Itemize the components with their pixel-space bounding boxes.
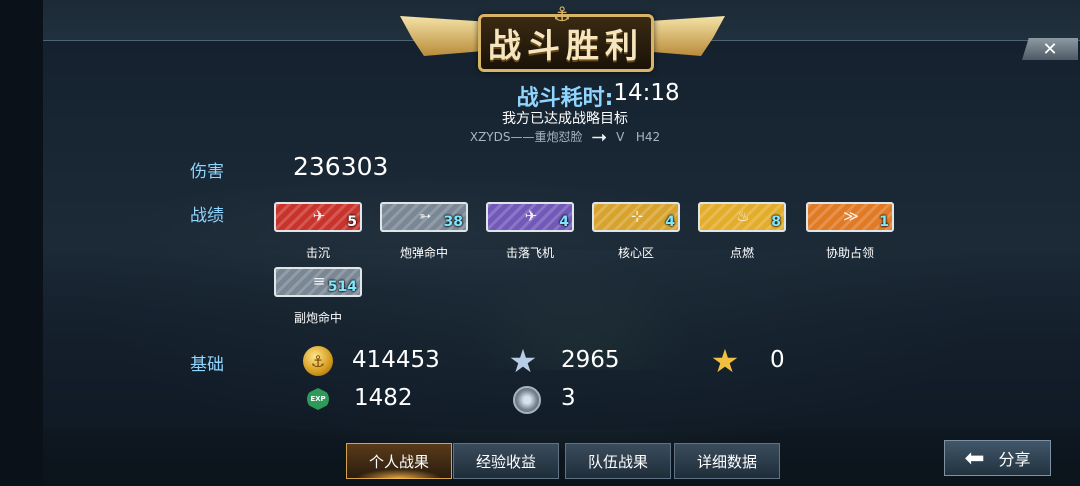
badge-count: 38 (443, 214, 463, 230)
badge-core-zone[interactable]: ⊹ 4 (592, 202, 680, 232)
badge-count: 1 (879, 214, 889, 230)
shoot-down-plane-icon: ✈ (524, 207, 538, 225)
badge-count: 8 (771, 214, 781, 230)
share-button[interactable]: ⬅ 分享 (944, 440, 1051, 476)
sink-ship-icon: ✈ (312, 207, 326, 225)
duration-value: 14:18 (613, 80, 680, 106)
core-zone-icon: ⊹ (630, 207, 644, 225)
ignite-icon: ♨ (736, 207, 750, 225)
player-right: H42 (635, 130, 661, 144)
badge-count: 5 (347, 214, 357, 230)
player-matchup: XZYDS——重炮怼脸 V H42 (0, 128, 1080, 145)
share-label: 分享 (998, 450, 1031, 469)
back-arrow-icon: ⬅ (964, 444, 985, 472)
badge-caption: 击沉 (305, 246, 330, 260)
blue-star-icon: ★ (508, 342, 538, 380)
anchor-icon: ⚓ (553, 2, 571, 26)
badge-caption: 炮弹命中 (399, 246, 448, 260)
badge-shoot-down[interactable]: ✈ 4 (486, 202, 574, 232)
tab-team-result[interactable]: 队伍战果 (565, 443, 671, 479)
goal-text: 我方已达成战略目标 (502, 111, 628, 127)
victory-banner: 战斗胜利 ⚓ (400, 2, 725, 82)
player-left: XZYDS——重炮怼脸 (469, 130, 583, 144)
parts-icon (513, 386, 541, 414)
coins-value: 414453 (352, 347, 440, 373)
gold-star-value: 0 (770, 347, 785, 373)
assist-capture-icon: ≫ (843, 207, 859, 225)
left-edge (0, 0, 43, 486)
damage-value: 236303 (293, 152, 389, 181)
badge-caption: 副炮命中 (293, 311, 342, 325)
tab-personal-result[interactable]: 个人战果 (346, 443, 452, 479)
basics-label: 基础 (190, 355, 224, 375)
vs-arrow-icon (592, 133, 607, 142)
close-button[interactable]: ✕ (1022, 38, 1078, 60)
achievements-label: 战绩 (190, 206, 224, 226)
badge-count: 4 (665, 214, 675, 230)
close-icon[interactable]: ✕ (1042, 39, 1057, 60)
banner-title: 战斗胜利 (488, 26, 644, 65)
badge-assist-capture[interactable]: ≫ 1 (806, 202, 894, 232)
parts-value: 3 (561, 385, 576, 411)
badge-caption: 点燃 (729, 246, 754, 260)
badge-count: 4 (559, 214, 569, 230)
damage-label: 伤害 (190, 162, 224, 182)
gold-star-icon: ★ (710, 342, 740, 380)
badge-count: 514 (327, 279, 357, 295)
badge-caption: 击落飞机 (505, 246, 554, 260)
badge-caption: 协助占领 (825, 246, 874, 260)
vs-text: V (616, 130, 625, 144)
badge-shell-hit[interactable]: ➳ 38 (380, 202, 468, 232)
badge-sink[interactable]: ✈ 5 (274, 202, 362, 232)
badge-ignite[interactable]: ♨ 8 (698, 202, 786, 232)
badge-secondary-gun[interactable]: ≡ 514 (274, 267, 362, 297)
tab-detail-data[interactable]: 详细数据 (674, 443, 780, 479)
blue-star-value: 2965 (561, 347, 620, 373)
badge-caption: 核心区 (617, 246, 654, 260)
tab-exp-gain[interactable]: 经验收益 (453, 443, 559, 479)
exp-value: 1482 (354, 385, 413, 411)
coin-icon: ⚓ (303, 346, 333, 376)
shell-hit-icon: ➳ (418, 207, 432, 225)
